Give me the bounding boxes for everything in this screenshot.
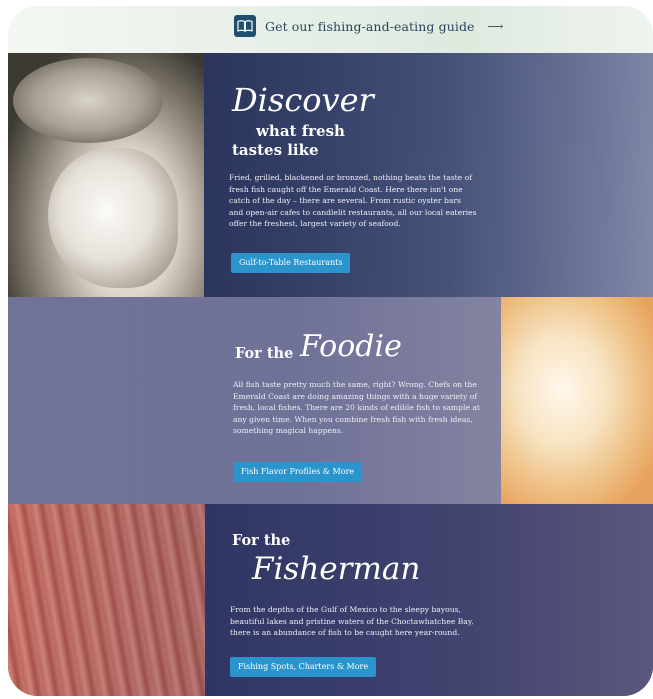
- foodie-heading-prefix: For the: [235, 345, 294, 362]
- restaurants-button[interactable]: Gulf-to-Table Restaurants: [231, 253, 351, 273]
- discover-body-text: Fried, grilled, blackened or bronzed, no…: [229, 173, 477, 229]
- fisherman-heading-script: Fisherman: [252, 551, 421, 587]
- oyster-photo: [8, 53, 204, 297]
- guide-link[interactable]: Get our fishing-and-eating guide ⟶: [234, 14, 503, 38]
- seared-fish-photo: [501, 297, 653, 504]
- discover-heading-line3: tastes like: [232, 141, 319, 159]
- discover-heading-script: Discover: [232, 81, 374, 119]
- fishing-spots-button[interactable]: Fishing Spots, Charters & More: [230, 657, 377, 677]
- guide-link-label: Get our fishing-and-eating guide: [265, 18, 475, 34]
- foodie-heading-script: Foodie: [300, 329, 402, 364]
- arrow-right-icon: ⟶: [487, 19, 504, 33]
- foodie-section: For the Foodie All fish taste pretty muc…: [8, 297, 653, 504]
- discover-section: Discover what fresh tastes like Fried, g…: [8, 53, 653, 297]
- flavor-profiles-button[interactable]: Fish Flavor Profiles & More: [233, 462, 363, 482]
- fisherman-heading-prefix: For the: [232, 532, 291, 549]
- fisherman-section: For the Fisherman From the depths of the…: [8, 504, 653, 696]
- fisherman-body-text: From the depths of the Gulf of Mexico to…: [230, 605, 474, 638]
- guide-banner: Get our fishing-and-eating guide ⟶: [8, 6, 653, 53]
- discover-heading-line2: what fresh: [256, 122, 345, 140]
- page-frame: Get our fishing-and-eating guide ⟶ Disco…: [8, 6, 653, 696]
- foodie-body-text: All fish taste pretty much the same, rig…: [233, 380, 480, 436]
- book-icon: [234, 15, 256, 37]
